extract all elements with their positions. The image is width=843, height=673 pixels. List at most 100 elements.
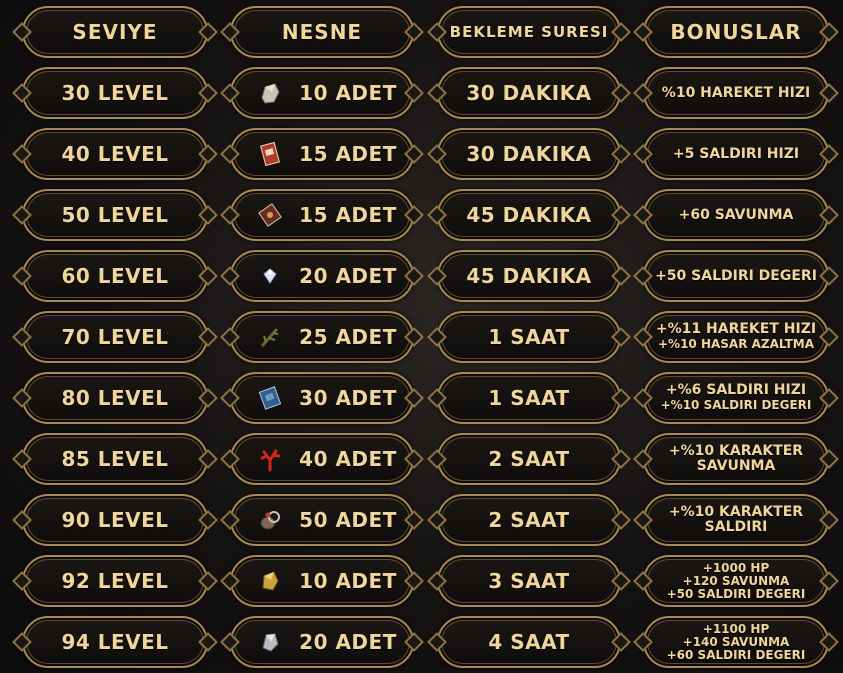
bonus-line: +%6 SALDIRI HIZI xyxy=(665,382,807,398)
level-text: 60 LEVEL xyxy=(61,264,169,288)
table-row: 60 LEVEL 20 ADET 45 DAKIKA +50 SALDIRI DEGE… xyxy=(0,246,843,307)
level-text: 50 LEVEL xyxy=(61,203,169,227)
wait-cell: 30 DAKIKA xyxy=(437,67,621,119)
level-cell: 85 LEVEL xyxy=(22,433,208,485)
bonus-line: +140 SAVUNMA xyxy=(682,634,790,649)
level-cell: 50 LEVEL xyxy=(22,189,208,241)
bonus-line: SALDIRI xyxy=(704,519,768,535)
wait-cell: 4 SAAT xyxy=(437,616,621,668)
item-count: 10 ADET xyxy=(299,81,397,105)
item-cell: 15 ADET xyxy=(230,189,414,241)
bonus-cell: +5 SALDIRI HIZI xyxy=(643,128,829,180)
wait-text: 2 SAAT xyxy=(488,508,570,532)
wait-cell: 3 SAAT xyxy=(437,555,621,607)
level-cell: 60 LEVEL xyxy=(22,250,208,302)
bonus-cell: +1100 HP +140 SAVUNMA +60 SALDIRI DEGERI xyxy=(643,616,829,668)
item-count: 40 ADET xyxy=(299,447,397,471)
level-cell: 92 LEVEL xyxy=(22,555,208,607)
level-cell: 30 LEVEL xyxy=(22,67,208,119)
header-row: SEVIYE NESNE BEKLEME SURESI BONUSLAR xyxy=(0,2,843,63)
bonus-line: +50 SALDIRI DEGERI xyxy=(655,267,817,284)
wait-text: 3 SAAT xyxy=(488,569,570,593)
wait-cell: 2 SAAT xyxy=(437,433,621,485)
item-cell: 40 ADET xyxy=(230,433,414,485)
table-row: 90 LEVEL 50 ADET 2 SAAT +%10 KARAKTER SALDIR… xyxy=(0,490,843,551)
item-cell: 15 ADET xyxy=(230,128,414,180)
wait-text: 1 SAAT xyxy=(488,386,570,410)
level-text: 80 LEVEL xyxy=(61,386,169,410)
item-count: 15 ADET xyxy=(299,203,397,227)
bonus-cell: +50 SALDIRI DEGERI xyxy=(643,250,829,302)
bonus-line: +1100 HP xyxy=(702,621,770,636)
wait-cell: 30 DAKIKA xyxy=(437,128,621,180)
white-gem-icon xyxy=(257,263,283,289)
bonus-line: +%11 HAREKET HIZI xyxy=(655,321,817,337)
bonus-line: %10 HAREKET HIZI xyxy=(661,84,811,101)
level-text: 70 LEVEL xyxy=(61,325,169,349)
wait-cell: 1 SAAT xyxy=(437,311,621,363)
wait-text: 2 SAAT xyxy=(488,447,570,471)
bonus-line: +50 SALDIRI DEGERI xyxy=(666,586,806,601)
bonus-line: +5 SALDIRI HIZI xyxy=(672,145,800,162)
bonus-line: +%10 SALDIRI DEGERI xyxy=(660,398,812,412)
bonus-cell: +%10 KARAKTER SALDIRI xyxy=(643,494,829,546)
item-cell: 25 ADET xyxy=(230,311,414,363)
table-row: 50 LEVEL 15 ADET 45 DAKIKA +60 SAVUNMA xyxy=(0,185,843,246)
level-text: 92 LEVEL xyxy=(61,569,169,593)
bonus-cell: +%6 SALDIRI HIZI +%10 SALDIRI DEGERI xyxy=(643,372,829,424)
level-text: 90 LEVEL xyxy=(61,508,169,532)
bonus-cell: +60 SAVUNMA xyxy=(643,189,829,241)
bonus-line: +%10 KARAKTER xyxy=(668,504,804,520)
item-cell: 30 ADET xyxy=(230,372,414,424)
red-book-icon xyxy=(257,141,283,167)
wait-cell: 1 SAAT xyxy=(437,372,621,424)
item-cell: 20 ADET xyxy=(230,250,414,302)
table-row: 80 LEVEL 30 ADET 1 SAAT +%6 SALDIRI HIZI +%1… xyxy=(0,368,843,429)
item-cell: 50 ADET xyxy=(230,494,414,546)
wait-text: 45 DAKIKA xyxy=(466,203,592,227)
level-cell: 70 LEVEL xyxy=(22,311,208,363)
bonus-line: +%10 HASAR AZALTMA xyxy=(658,337,814,351)
level-text: 85 LEVEL xyxy=(61,447,169,471)
table-row: 94 LEVEL 20 ADET 4 SAAT +1100 HP +140 SAVUNM… xyxy=(0,612,843,673)
branch-icon xyxy=(257,324,283,350)
ring-pouch-icon xyxy=(257,507,283,533)
wait-text: 30 DAKIKA xyxy=(466,81,592,105)
level-cell: 40 LEVEL xyxy=(22,128,208,180)
item-cell: 20 ADET xyxy=(230,616,414,668)
table-row: 30 LEVEL 10 ADET 30 DAKIKA %10 HAREKET HIZI xyxy=(0,63,843,124)
wait-cell: 45 DAKIKA xyxy=(437,250,621,302)
item-count: 30 ADET xyxy=(299,386,397,410)
item-count: 50 ADET xyxy=(299,508,397,532)
wait-cell: 45 DAKIKA xyxy=(437,189,621,241)
blue-book-icon xyxy=(257,385,283,411)
bonus-cell: +%11 HAREKET HIZI +%10 HASAR AZALTMA xyxy=(643,311,829,363)
bonus-line: +%10 KARAKTER xyxy=(668,443,804,459)
brown-book-icon xyxy=(257,202,283,228)
level-text: 94 LEVEL xyxy=(61,630,169,654)
wait-cell: 2 SAAT xyxy=(437,494,621,546)
level-text: 40 LEVEL xyxy=(61,142,169,166)
red-coral-icon xyxy=(257,446,283,472)
table-row: 70 LEVEL 25 ADET 1 SAAT +%11 HAREKET HIZI +%… xyxy=(0,307,843,368)
bonus-cell: %10 HAREKET HIZI xyxy=(643,67,829,119)
bonus-line: +120 SAVUNMA xyxy=(682,573,790,588)
silver-stone-icon xyxy=(257,629,283,655)
wait-text: 1 SAAT xyxy=(488,325,570,349)
table-row: 92 LEVEL 10 ADET 3 SAAT +1000 HP +120 SAVUNM… xyxy=(0,551,843,612)
item-count: 20 ADET xyxy=(299,630,397,654)
header-wait-time: BEKLEME SURESI xyxy=(437,6,621,58)
level-bonus-table: SEVIYE NESNE BEKLEME SURESI BONUSLAR 30 … xyxy=(0,0,843,670)
header-item: NESNE xyxy=(230,6,414,58)
bonus-cell: +%10 KARAKTER SAVUNMA xyxy=(643,433,829,485)
stone-icon xyxy=(257,80,283,106)
item-cell: 10 ADET xyxy=(230,67,414,119)
bonus-line: +60 SAVUNMA xyxy=(678,206,794,223)
wait-text: 30 DAKIKA xyxy=(466,142,592,166)
level-cell: 80 LEVEL xyxy=(22,372,208,424)
wait-text: 4 SAAT xyxy=(488,630,570,654)
table-row: 85 LEVEL 40 ADET 2 SAAT +%10 KARAKTER SAVUNM… xyxy=(0,429,843,490)
level-cell: 94 LEVEL xyxy=(22,616,208,668)
bonus-line: +60 SALDIRI DEGERI xyxy=(666,647,806,662)
wait-text: 45 DAKIKA xyxy=(466,264,592,288)
